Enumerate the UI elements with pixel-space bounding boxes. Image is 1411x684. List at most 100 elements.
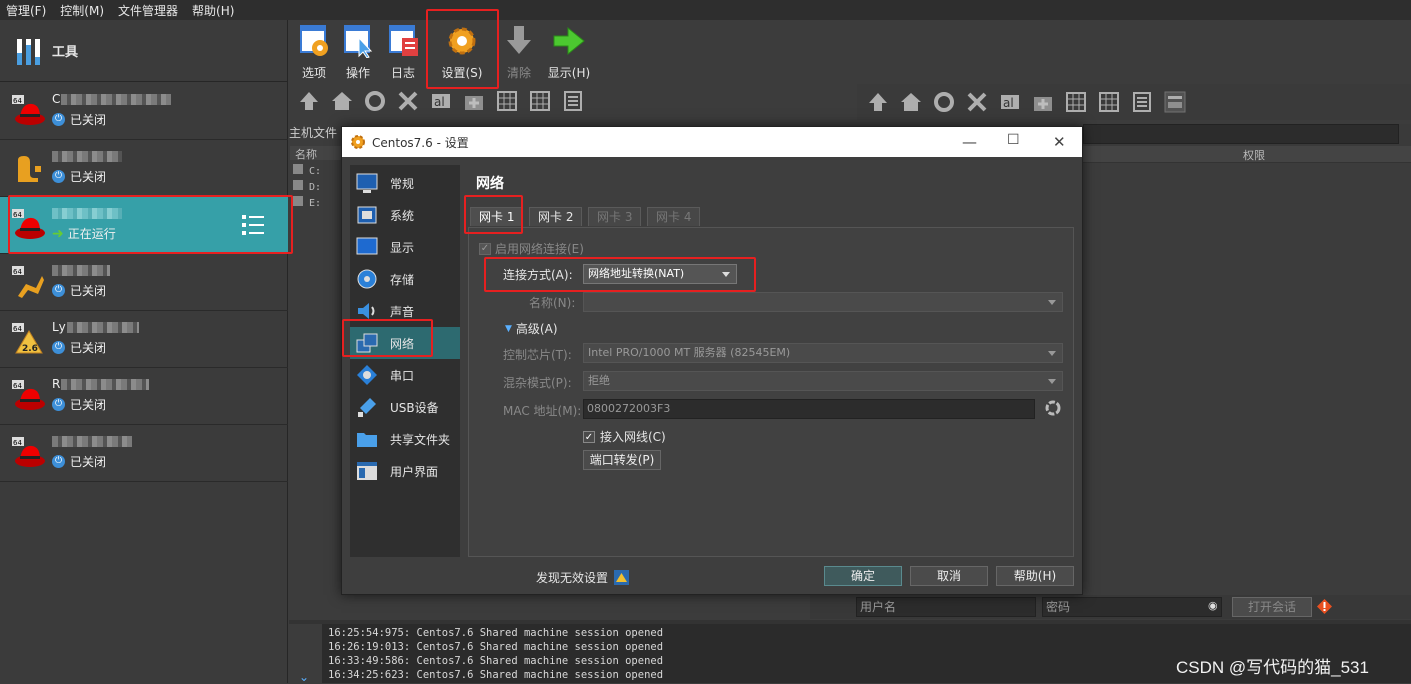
- svg-text:al: al: [434, 95, 445, 109]
- help-button[interactable]: 帮助(H): [996, 566, 1074, 586]
- grid-icon-2[interactable]: [529, 90, 551, 112]
- actions-icon: [344, 25, 373, 59]
- up-icon[interactable]: [298, 90, 320, 112]
- rename-icon[interactable]: al: [999, 91, 1021, 113]
- log-line: 16:25:54:975: Centos7.6 Shared machine s…: [328, 627, 664, 639]
- close-icon[interactable]: ✕: [1053, 133, 1066, 151]
- blurred-name: [52, 265, 110, 276]
- show-button[interactable]: 显示(H): [547, 24, 591, 80]
- mac-address-input[interactable]: 0800272003F3: [583, 399, 1035, 419]
- menu-file-manager[interactable]: 文件管理器: [118, 2, 178, 19]
- drive-icon: [293, 164, 303, 174]
- cancel-button[interactable]: 取消: [910, 566, 988, 586]
- svg-text:2.6: 2.6: [22, 344, 38, 354]
- svg-text:64: 64: [13, 268, 22, 276]
- nav-general[interactable]: 常规: [350, 167, 460, 199]
- tab-adapter-2[interactable]: 网卡 2: [529, 207, 583, 226]
- menu-manage[interactable]: 管理(F): [6, 2, 46, 19]
- vm-item[interactable]: 64 R ⏻ 已关闭: [0, 368, 288, 425]
- name-column-header: 名称: [290, 146, 341, 161]
- cable-connected-checkbox[interactable]: ✓: [583, 430, 595, 443]
- guest-toolbar: al: [298, 84, 595, 118]
- up-icon[interactable]: [867, 91, 889, 113]
- home-icon[interactable]: [331, 90, 353, 112]
- nav-storage[interactable]: 存储: [350, 263, 460, 295]
- properties-icon[interactable]: [1164, 91, 1186, 113]
- menu-help[interactable]: 帮助(H): [192, 2, 234, 19]
- menubar: 管理(F) 控制(M) 文件管理器 帮助(H): [0, 0, 1411, 20]
- grid-icon-2[interactable]: [1098, 91, 1120, 113]
- refresh-icon[interactable]: [933, 91, 955, 113]
- vm-list-panel: 工具 64 C ⏻ 已关闭 ⏻ 已关闭 64 ➜ 正在运行 64 ⏻ 已关闭 64 2.6…: [0, 20, 288, 683]
- host-toolbar: al: [857, 84, 1411, 120]
- options-button[interactable]: 选项: [292, 24, 336, 80]
- grid-icon[interactable]: [496, 90, 518, 112]
- port-forwarding-button[interactable]: 端口转发(P): [583, 450, 661, 470]
- password-input[interactable]: 密码: [1042, 597, 1222, 617]
- power-off-icon: ⏻: [52, 170, 65, 183]
- drive-e[interactable]: E:: [293, 196, 321, 212]
- grid-icon[interactable]: [1065, 91, 1087, 113]
- vm-name: Ly: [52, 320, 67, 334]
- svg-text:64: 64: [13, 439, 22, 447]
- rename-icon[interactable]: al: [430, 90, 452, 112]
- log-icon: [389, 25, 418, 56]
- svg-text:64: 64: [13, 382, 22, 390]
- refresh-icon[interactable]: [364, 90, 386, 112]
- vm-item[interactable]: 64 C ⏻ 已关闭: [0, 83, 288, 140]
- host-path-input[interactable]: [1083, 124, 1399, 144]
- adapter-type-select[interactable]: Intel PRO/1000 MT 服务器 (82545EM): [583, 343, 1063, 363]
- blurred-name: [52, 151, 122, 162]
- nav-user-interface[interactable]: 用户界面: [350, 455, 460, 487]
- list-icon[interactable]: [1131, 91, 1153, 113]
- options-icon: [300, 25, 328, 56]
- tab-adapter-4[interactable]: 网卡 4: [647, 207, 701, 226]
- menu-control[interactable]: 控制(M): [60, 2, 104, 19]
- maximize-icon[interactable]: ☐: [1007, 132, 1020, 148]
- home-icon[interactable]: [900, 91, 922, 113]
- clear-button[interactable]: 清除: [497, 24, 541, 80]
- nav-serial[interactable]: 串口: [350, 359, 460, 391]
- nav-label: 存储: [390, 272, 415, 287]
- vm-item[interactable]: ⏻ 已关闭: [0, 140, 288, 197]
- drive-c[interactable]: C:: [293, 164, 321, 180]
- tools-icon: [17, 38, 40, 65]
- down-arrow-icon: [507, 26, 531, 54]
- log-button[interactable]: 日志: [381, 24, 425, 80]
- dialog-titlebar: Centos7.6 - 设置 — ☐ ✕: [342, 127, 1082, 157]
- name-select[interactable]: [583, 292, 1063, 312]
- debian-icon: 64: [12, 266, 44, 298]
- ok-button[interactable]: 确定: [824, 566, 902, 586]
- delete-icon[interactable]: [397, 90, 419, 112]
- new-folder-icon[interactable]: [1032, 91, 1054, 113]
- vm-item[interactable]: 64 2.6 Ly ⏻ 已关闭: [0, 311, 288, 368]
- power-off-icon: ⏻: [52, 398, 65, 411]
- minimize-icon[interactable]: —: [962, 133, 977, 151]
- vm-item[interactable]: 64 ⏻ 已关闭: [0, 425, 288, 482]
- open-session-button[interactable]: 打开会话: [1232, 597, 1312, 617]
- list-icon[interactable]: [562, 90, 584, 112]
- refresh-mac-icon[interactable]: [1045, 400, 1061, 416]
- actions-button[interactable]: 操作: [336, 24, 380, 80]
- tab-adapter-3[interactable]: 网卡 3: [588, 207, 642, 226]
- tools-item[interactable]: 工具: [0, 20, 288, 82]
- username-input[interactable]: 用户名: [856, 597, 1036, 617]
- warning-icon: [1317, 599, 1332, 614]
- highlight-selected-vm: [8, 195, 293, 254]
- highlight-adapter-tab: [464, 195, 523, 234]
- promiscuous-select[interactable]: 拒绝: [583, 371, 1063, 391]
- chevron-down-icon: [1048, 351, 1056, 356]
- vm-item[interactable]: 64 ⏻ 已关闭: [0, 254, 288, 311]
- nav-display[interactable]: 显示: [350, 231, 460, 263]
- nav-usb[interactable]: USB设备: [350, 391, 460, 423]
- nav-shared-folders[interactable]: 共享文件夹: [350, 423, 460, 455]
- delete-icon[interactable]: [966, 91, 988, 113]
- advanced-toggle: 高级(A): [515, 322, 558, 336]
- collapse-chevron-icon[interactable]: ⌄: [299, 670, 309, 684]
- blurred-name: [61, 379, 150, 390]
- nav-system[interactable]: 系统: [350, 199, 460, 231]
- show-password-icon[interactable]: ◉: [1208, 599, 1218, 612]
- new-folder-icon[interactable]: [463, 90, 485, 112]
- drive-d[interactable]: D:: [293, 180, 321, 196]
- enable-adapter-checkbox[interactable]: ✓: [479, 242, 491, 255]
